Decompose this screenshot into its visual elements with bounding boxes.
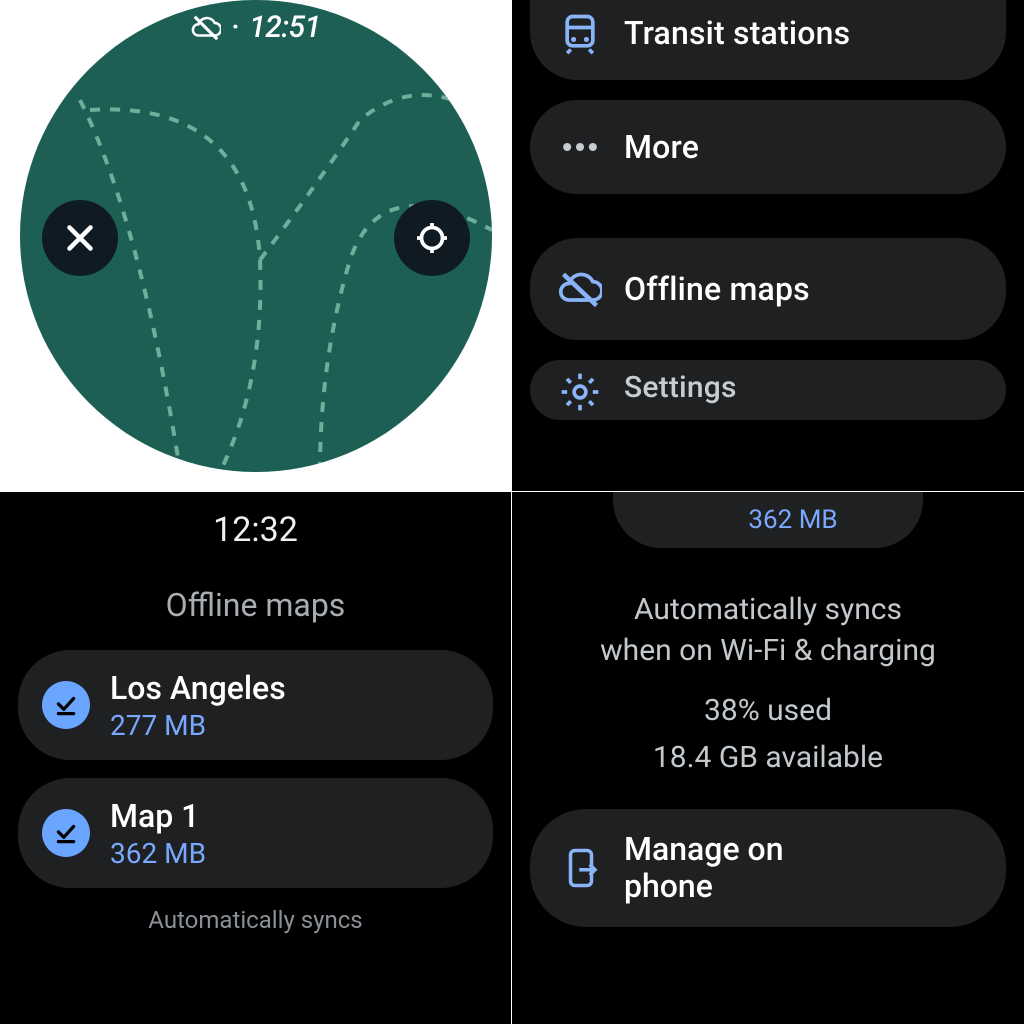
download-done-icon — [53, 692, 79, 718]
menu-item-settings[interactable]: Settings — [530, 360, 1006, 420]
offline-maps-list-pane: 12:32 Offline maps Los Angeles 277 MB Ma… — [0, 492, 511, 1024]
menu-item-transit[interactable]: Transit stations — [530, 0, 1006, 80]
sync-description: Automatically syncs when on Wi-Fi & char… — [530, 590, 1006, 671]
close-button[interactable] — [42, 200, 118, 276]
more-icon — [558, 125, 602, 169]
partial-map-size: 362 MB — [613, 492, 923, 548]
menu-item-offline-maps[interactable]: Offline maps — [530, 238, 1006, 340]
status-time: 12:51 — [249, 10, 320, 45]
status-dot: · — [231, 10, 239, 45]
sync-line: when on Wi-Fi & charging — [600, 633, 936, 668]
cloud-off-icon — [558, 267, 602, 311]
storage-available: 18.4 GB available — [530, 740, 1006, 775]
manage-label-line: Manage on — [624, 830, 784, 868]
status-time: 12:32 — [18, 510, 493, 550]
map-size: 277 MB — [110, 709, 286, 742]
cloud-off-icon — [191, 13, 221, 43]
manage-label-line: phone — [624, 867, 713, 905]
storage-used: 38% used — [530, 693, 1006, 728]
downloaded-badge — [42, 809, 90, 857]
map-name: Map 1 — [110, 797, 206, 835]
manage-on-phone-button[interactable]: Manage on phone — [530, 809, 1006, 927]
offline-map-item[interactable]: Map 1 362 MB — [18, 778, 493, 888]
manage-label: Manage on phone — [624, 831, 784, 905]
status-bar: · 12:51 — [20, 10, 492, 45]
sync-hint: Automatically syncs — [18, 906, 493, 934]
locate-icon — [414, 220, 450, 256]
offline-map-item[interactable]: Los Angeles 277 MB — [18, 650, 493, 760]
map-name: Los Angeles — [110, 669, 286, 707]
watch-face: · 12:51 — [20, 0, 492, 472]
locate-button[interactable] — [394, 200, 470, 276]
page-title: Offline maps — [18, 586, 493, 624]
storage-manage-pane: 362 MB Automatically syncs when on Wi-Fi… — [512, 492, 1024, 1024]
menu-item-label: Offline maps — [624, 270, 810, 308]
menu-item-label: More — [624, 128, 699, 166]
phone-forward-icon — [560, 847, 602, 889]
menu-item-label: Transit stations — [624, 14, 850, 52]
menu-item-more[interactable]: More — [530, 100, 1006, 194]
menu-item-label: Settings — [624, 370, 737, 405]
map-size: 362 MB — [110, 837, 206, 870]
transit-icon — [558, 11, 602, 55]
downloaded-badge — [42, 681, 90, 729]
menu-list-pane: Transit stations More Offline maps Setti… — [512, 0, 1024, 491]
map-watch-face-pane: · 12:51 — [0, 0, 511, 491]
download-done-icon — [53, 820, 79, 846]
close-icon — [62, 220, 98, 256]
sync-line: Automatically syncs — [634, 592, 902, 627]
settings-icon — [558, 370, 602, 414]
